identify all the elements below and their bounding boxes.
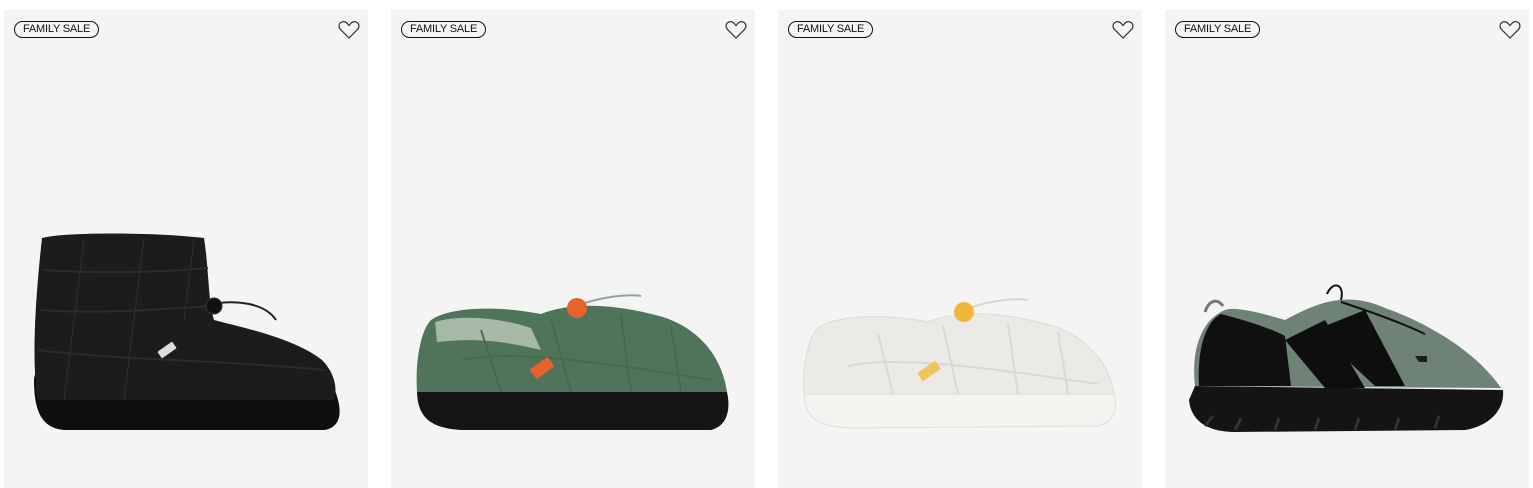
sale-badge: FAMILY SALE bbox=[14, 21, 100, 38]
product-card[interactable]: FAMILY SALE bbox=[391, 10, 755, 488]
product-image-green-mule[interactable] bbox=[391, 210, 755, 450]
product-card[interactable]: FAMILY SALE bbox=[1165, 10, 1529, 488]
heart-outline-icon[interactable] bbox=[1112, 20, 1134, 40]
sale-badge: FAMILY SALE bbox=[401, 21, 487, 38]
product-image-white-mule[interactable] bbox=[778, 210, 1142, 450]
product-grid: FAMILY SALE FAMILY SALE FAMILY SALE FAMI… bbox=[0, 0, 1533, 488]
product-card[interactable]: FAMILY SALE bbox=[778, 10, 1142, 488]
heart-outline-icon[interactable] bbox=[1499, 20, 1521, 40]
product-image-black-bootie[interactable] bbox=[4, 210, 368, 450]
product-card[interactable]: FAMILY SALE bbox=[4, 10, 368, 488]
heart-outline-icon[interactable] bbox=[338, 20, 360, 40]
product-image-trail-shoe[interactable] bbox=[1165, 210, 1529, 450]
heart-outline-icon[interactable] bbox=[725, 20, 747, 40]
sale-badge: FAMILY SALE bbox=[788, 21, 874, 38]
sale-badge: FAMILY SALE bbox=[1175, 21, 1261, 38]
